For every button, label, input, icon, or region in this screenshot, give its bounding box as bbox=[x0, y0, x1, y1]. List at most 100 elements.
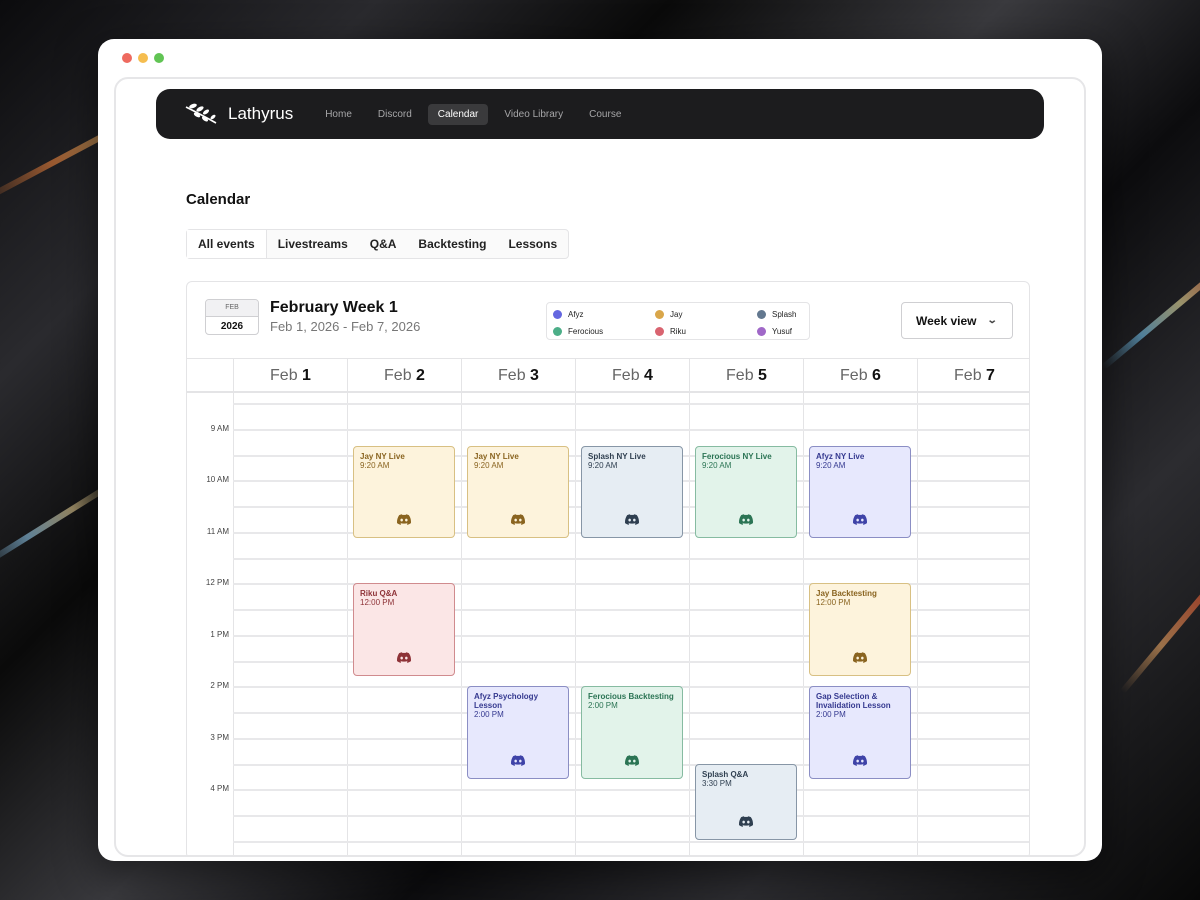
legend-color-dot bbox=[757, 310, 766, 319]
week-title: February Week 1 bbox=[270, 299, 398, 316]
day-header-number: 2 bbox=[416, 367, 425, 384]
event-card[interactable]: Ferocious NY Live 9:20 AM bbox=[695, 445, 797, 538]
tab-lessons[interactable]: Lessons bbox=[497, 230, 568, 258]
time-gutter-header bbox=[187, 358, 233, 393]
brand-logo[interactable]: Lathyrus bbox=[184, 101, 293, 127]
legend-color-dot bbox=[553, 310, 562, 319]
event-time: 9:20 AM bbox=[816, 460, 846, 470]
day-header-month: Feb bbox=[954, 367, 987, 384]
calendar-header: FEB 2026 February Week 1 Feb 1, 2026 - F… bbox=[187, 282, 1029, 358]
date-badge: FEB 2026 bbox=[205, 299, 259, 335]
event-card[interactable]: Gap Selection & Invalidation Lesson 2:00 … bbox=[809, 686, 911, 779]
event-title: Splash NY Live bbox=[588, 451, 646, 461]
day-header-month: Feb bbox=[840, 367, 873, 384]
legend-item-splash: Splash bbox=[757, 306, 817, 323]
minimize-dot[interactable] bbox=[138, 53, 148, 63]
discord-icon[interactable] bbox=[397, 650, 412, 668]
app-window: Lathyrus Home Discord Calendar Video Lib… bbox=[98, 39, 1102, 861]
event-card[interactable]: Splash Q&A 3:30 PM bbox=[695, 763, 797, 841]
nav-video-library[interactable]: Video Library bbox=[494, 104, 573, 125]
time-label: 2 PM bbox=[210, 681, 229, 691]
event-time: 2:00 PM bbox=[474, 710, 504, 720]
day-header-5[interactable]: Feb 5 bbox=[689, 358, 803, 393]
event-title: Splash Q&A bbox=[702, 769, 749, 779]
event-card[interactable]: Splash NY Live 9:20 AM bbox=[581, 445, 683, 538]
day-column-divider bbox=[575, 393, 576, 855]
nav-calendar[interactable]: Calendar bbox=[427, 103, 489, 125]
discord-icon[interactable] bbox=[739, 512, 754, 530]
day-header-2[interactable]: Feb 2 bbox=[347, 358, 461, 393]
time-slot-line bbox=[233, 428, 1029, 431]
day-header-6[interactable]: Feb 6 bbox=[803, 358, 917, 393]
time-label: 11 AM bbox=[206, 526, 229, 536]
tab-livestreams[interactable]: Livestreams bbox=[267, 230, 359, 258]
nav-menu: Home Discord Calendar Video Library Cour… bbox=[315, 103, 631, 125]
nav-course[interactable]: Course bbox=[579, 104, 631, 125]
nav-discord[interactable]: Discord bbox=[368, 104, 422, 125]
event-title: Ferocious Backtesting bbox=[588, 692, 674, 702]
day-header-3[interactable]: Feb 3 bbox=[461, 358, 575, 393]
event-card[interactable]: Riku Q&A 12:00 PM bbox=[353, 583, 455, 676]
maximize-dot[interactable] bbox=[154, 53, 164, 63]
background-streak bbox=[1101, 236, 1200, 370]
day-header-number: 4 bbox=[644, 367, 653, 384]
event-card[interactable]: Ferocious Backtesting 2:00 PM bbox=[581, 686, 683, 779]
page-title: Calendar bbox=[186, 191, 251, 208]
view-select-label: Week view bbox=[916, 313, 977, 328]
event-time: 2:00 PM bbox=[816, 710, 846, 720]
legend-color-dot bbox=[553, 327, 562, 336]
legend-color-dot bbox=[655, 327, 664, 336]
discord-icon[interactable] bbox=[853, 753, 868, 771]
day-header-4[interactable]: Feb 4 bbox=[575, 358, 689, 393]
time-slot-line bbox=[233, 557, 1029, 560]
day-header-month: Feb bbox=[726, 367, 759, 384]
discord-icon[interactable] bbox=[853, 512, 868, 530]
event-time: 12:00 PM bbox=[816, 598, 851, 608]
tab-backtesting[interactable]: Backtesting bbox=[407, 230, 497, 258]
top-navbar: Lathyrus Home Discord Calendar Video Lib… bbox=[156, 89, 1044, 139]
event-time: 9:20 AM bbox=[360, 460, 390, 470]
close-dot[interactable] bbox=[122, 53, 132, 63]
legend-label: Splash bbox=[772, 310, 797, 319]
event-time: 9:20 AM bbox=[474, 460, 504, 470]
event-card[interactable]: Afyz Psychology Lesson 2:00 PM bbox=[467, 686, 569, 779]
week-range: Feb 1, 2026 - Feb 7, 2026 bbox=[270, 319, 421, 334]
legend-color-dot bbox=[757, 327, 766, 336]
leaf-icon bbox=[185, 103, 217, 124]
event-title: Afyz NY Live bbox=[816, 451, 865, 461]
event-card[interactable]: Afyz NY Live 9:20 AM bbox=[809, 445, 911, 538]
discord-icon[interactable] bbox=[511, 753, 526, 771]
legend-label: Yusuf bbox=[772, 327, 793, 336]
time-label: 4 PM bbox=[210, 784, 229, 794]
day-header-number: 3 bbox=[530, 367, 539, 384]
view-select[interactable]: Week view ⌄ bbox=[901, 302, 1013, 339]
legend-item-riku: Riku bbox=[655, 323, 757, 340]
discord-icon[interactable] bbox=[511, 512, 526, 530]
day-header-1[interactable]: Feb 1 bbox=[233, 358, 347, 393]
discord-icon[interactable] bbox=[625, 753, 640, 771]
day-header-number: 7 bbox=[986, 367, 995, 384]
legend-item-ferocious: Ferocious bbox=[553, 323, 655, 340]
nav-home[interactable]: Home bbox=[315, 104, 362, 125]
discord-icon[interactable] bbox=[397, 512, 412, 530]
event-card[interactable]: Jay NY Live 9:20 AM bbox=[353, 445, 455, 538]
badge-year: 2026 bbox=[206, 316, 258, 334]
time-label: 12 PM bbox=[205, 578, 229, 588]
time-slot-line bbox=[233, 789, 1029, 792]
day-header-7[interactable]: Feb 7 bbox=[917, 358, 1029, 393]
discord-icon[interactable] bbox=[739, 814, 754, 832]
time-slot-line bbox=[233, 403, 1029, 405]
time-slot-line bbox=[233, 840, 1029, 843]
discord-icon[interactable] bbox=[853, 650, 868, 668]
day-column-divider bbox=[461, 393, 462, 855]
tab-all-events[interactable]: All events bbox=[187, 230, 267, 258]
discord-icon[interactable] bbox=[625, 512, 640, 530]
event-card[interactable]: Jay NY Live 9:20 AM bbox=[467, 445, 569, 538]
time-label: 3 PM bbox=[210, 732, 229, 742]
event-filter-tabs: All events Livestreams Q&A Backtesting L… bbox=[186, 229, 570, 259]
day-column-divider bbox=[803, 393, 804, 855]
event-card[interactable]: Jay Backtesting 12:00 PM bbox=[809, 583, 911, 676]
background-streak bbox=[1119, 552, 1200, 694]
tab-qa[interactable]: Q&A bbox=[359, 230, 408, 258]
event-title: Jay Backtesting bbox=[816, 589, 877, 599]
